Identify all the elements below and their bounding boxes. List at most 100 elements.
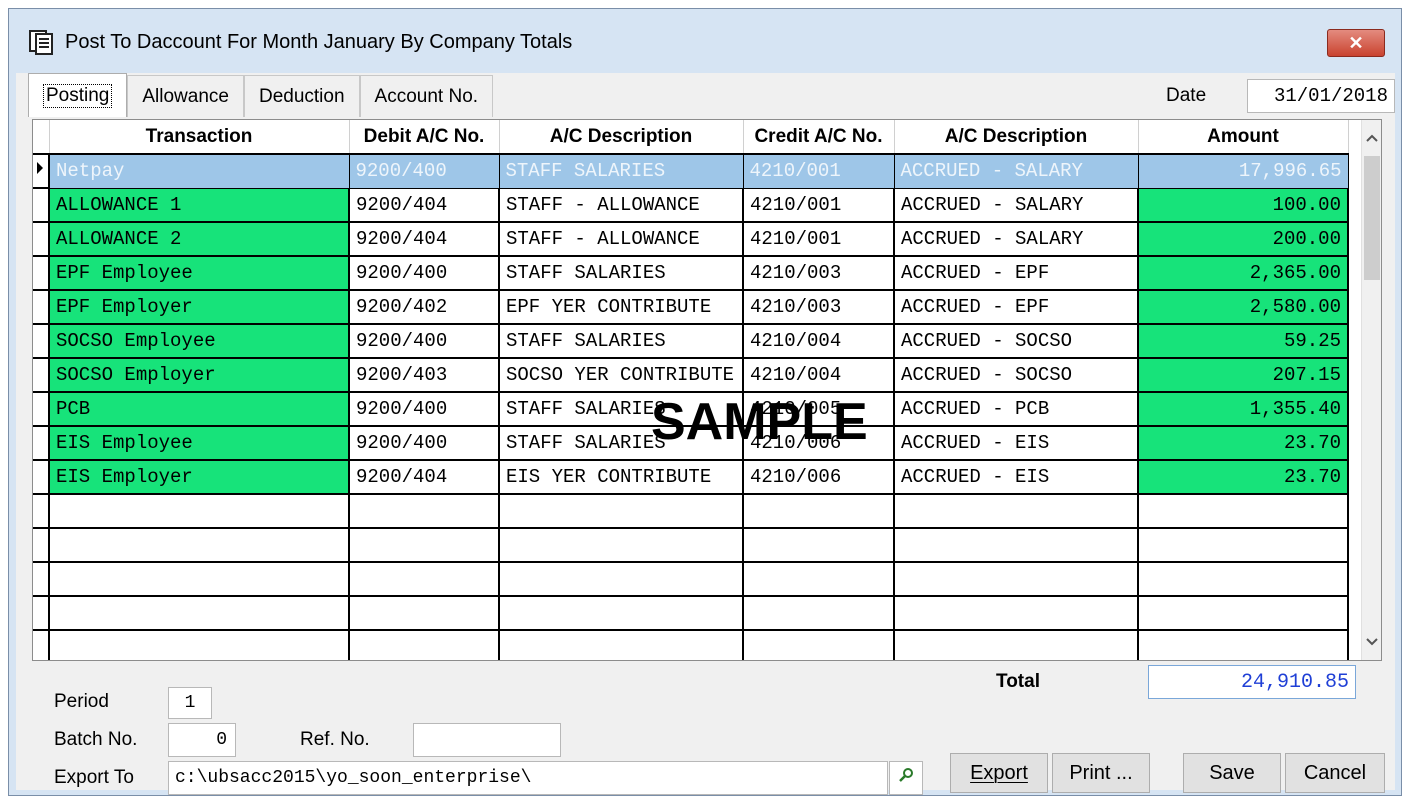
cell-transaction[interactable]: SOCSO Employer bbox=[49, 358, 350, 393]
empty-cell[interactable] bbox=[743, 630, 895, 660]
cell-debit-ac-no[interactable]: 9200/400 bbox=[349, 154, 500, 189]
empty-cell[interactable] bbox=[894, 630, 1139, 660]
empty-cell[interactable] bbox=[349, 562, 500, 597]
cell-amount[interactable]: 1,355.40 bbox=[1138, 392, 1349, 427]
cell-amount[interactable]: 23.70 bbox=[1138, 426, 1349, 461]
close-button[interactable]: ✕ bbox=[1327, 29, 1385, 57]
empty-cell[interactable] bbox=[499, 528, 744, 563]
cell-amount[interactable]: 59.25 bbox=[1138, 324, 1349, 359]
empty-cell[interactable] bbox=[49, 596, 350, 631]
empty-cell[interactable] bbox=[1138, 494, 1349, 529]
cell-credit-ac-no[interactable]: 4210/004 bbox=[743, 324, 895, 359]
posting-grid[interactable]: Transaction Debit A/C No. A/C Descriptio… bbox=[32, 119, 1382, 661]
cell-amount[interactable]: 200.00 bbox=[1138, 222, 1349, 257]
export-path-field[interactable]: c:\ubsacc2015\yo_soon_enterprise\ bbox=[168, 761, 888, 795]
cell-credit-description[interactable]: ACCRUED - SALARY bbox=[894, 154, 1139, 189]
cell-debit-ac-no[interactable]: 9200/403 bbox=[349, 358, 500, 393]
empty-row[interactable] bbox=[33, 630, 1349, 660]
empty-cell[interactable] bbox=[743, 596, 895, 631]
cell-credit-description[interactable]: ACCRUED - SALARY bbox=[894, 188, 1139, 223]
cell-debit-description[interactable]: SOCSO YER CONTRIBUTE bbox=[499, 358, 744, 393]
cell-transaction[interactable]: PCB bbox=[49, 392, 350, 427]
empty-cell[interactable] bbox=[499, 596, 744, 631]
table-row[interactable]: ALLOWANCE 1 9200/404 STAFF - ALLOWANCE 4210… bbox=[33, 188, 1349, 223]
empty-cell[interactable] bbox=[349, 596, 500, 631]
period-field[interactable]: 1 bbox=[168, 687, 212, 719]
cell-credit-ac-no[interactable]: 4210/004 bbox=[743, 358, 895, 393]
print-button[interactable]: Print ... bbox=[1052, 753, 1150, 793]
cell-credit-ac-no[interactable]: 4210/001 bbox=[743, 154, 895, 189]
cell-debit-description[interactable]: STAFF SALARIES bbox=[499, 256, 744, 291]
empty-cell[interactable] bbox=[1138, 630, 1349, 660]
empty-cell[interactable] bbox=[349, 494, 500, 529]
empty-cell[interactable] bbox=[49, 562, 350, 597]
save-button[interactable]: Save bbox=[1183, 753, 1281, 793]
cell-credit-description[interactable]: ACCRUED - SALARY bbox=[894, 222, 1139, 257]
cell-credit-ac-no[interactable]: 4210/003 bbox=[743, 256, 895, 291]
cell-transaction[interactable]: EPF Employee bbox=[49, 256, 350, 291]
cell-debit-ac-no[interactable]: 9200/400 bbox=[349, 426, 500, 461]
cell-transaction[interactable]: EIS Employer bbox=[49, 460, 350, 495]
column-header-credit-ac-no[interactable]: Credit A/C No. bbox=[743, 120, 895, 155]
cell-transaction[interactable]: ALLOWANCE 1 bbox=[49, 188, 350, 223]
chevron-down-icon[interactable] bbox=[1362, 628, 1381, 656]
table-row[interactable]: EIS Employer 9200/404 EIS YER CONTRIBUTE 42… bbox=[33, 460, 1349, 495]
empty-cell[interactable] bbox=[499, 630, 744, 660]
cell-credit-ac-no[interactable]: 4210/001 bbox=[743, 188, 895, 223]
empty-cell[interactable] bbox=[743, 562, 895, 597]
date-field[interactable]: 31/01/2018 bbox=[1247, 79, 1395, 113]
cell-credit-description[interactable]: ACCRUED - EPF bbox=[894, 256, 1139, 291]
cell-amount[interactable]: 23.70 bbox=[1138, 460, 1349, 495]
cell-credit-description[interactable]: ACCRUED - SOCSO bbox=[894, 358, 1139, 393]
tab-posting[interactable]: Posting bbox=[28, 73, 128, 117]
cell-debit-ac-no[interactable]: 9200/404 bbox=[349, 222, 500, 257]
cell-debit-description[interactable]: STAFF - ALLOWANCE bbox=[499, 188, 744, 223]
table-row[interactable]: SOCSO Employee 9200/400 STAFF SALARIES 4210… bbox=[33, 324, 1349, 359]
cell-credit-ac-no[interactable]: 4210/003 bbox=[743, 290, 895, 325]
cell-debit-ac-no[interactable]: 9200/404 bbox=[349, 188, 500, 223]
cell-credit-ac-no[interactable]: 4210/006 bbox=[743, 460, 895, 495]
cell-credit-description[interactable]: ACCRUED - EPF bbox=[894, 290, 1139, 325]
cell-debit-ac-no[interactable]: 9200/402 bbox=[349, 290, 500, 325]
tab-account-no[interactable]: Account No. bbox=[359, 75, 494, 117]
browse-button[interactable] bbox=[889, 761, 923, 795]
chevron-up-icon[interactable] bbox=[1362, 124, 1381, 152]
empty-cell[interactable] bbox=[499, 494, 744, 529]
tab-allowance[interactable]: Allowance bbox=[127, 75, 244, 117]
empty-cell[interactable] bbox=[743, 528, 895, 563]
empty-cell[interactable] bbox=[1138, 596, 1349, 631]
empty-cell[interactable] bbox=[894, 596, 1139, 631]
empty-cell[interactable] bbox=[894, 494, 1139, 529]
empty-cell[interactable] bbox=[743, 494, 895, 529]
empty-cell[interactable] bbox=[894, 528, 1139, 563]
empty-row[interactable] bbox=[33, 596, 1349, 631]
empty-row[interactable] bbox=[33, 562, 1349, 597]
tab-deduction[interactable]: Deduction bbox=[243, 75, 360, 117]
cell-credit-ac-no[interactable]: 4210/001 bbox=[743, 222, 895, 257]
table-row[interactable]: ALLOWANCE 2 9200/404 STAFF - ALLOWANCE 4210… bbox=[33, 222, 1349, 257]
cell-debit-description[interactable]: EPF YER CONTRIBUTE bbox=[499, 290, 744, 325]
cell-credit-description[interactable]: ACCRUED - SOCSO bbox=[894, 324, 1139, 359]
ref-no-field[interactable] bbox=[413, 723, 561, 757]
cell-credit-description[interactable]: ACCRUED - EIS bbox=[894, 460, 1139, 495]
empty-cell[interactable] bbox=[1138, 562, 1349, 597]
vertical-scrollbar[interactable] bbox=[1361, 120, 1381, 660]
empty-cell[interactable] bbox=[1138, 528, 1349, 563]
cell-debit-ac-no[interactable]: 9200/404 bbox=[349, 460, 500, 495]
empty-row[interactable] bbox=[33, 494, 1349, 529]
cell-transaction[interactable]: EIS Employee bbox=[49, 426, 350, 461]
cell-debit-ac-no[interactable]: 9200/400 bbox=[349, 324, 500, 359]
empty-cell[interactable] bbox=[349, 528, 500, 563]
cell-amount[interactable]: 2,365.00 bbox=[1138, 256, 1349, 291]
empty-cell[interactable] bbox=[349, 630, 500, 660]
empty-cell[interactable] bbox=[894, 562, 1139, 597]
cell-debit-ac-no[interactable]: 9200/400 bbox=[349, 392, 500, 427]
cell-credit-description[interactable]: ACCRUED - EIS bbox=[894, 426, 1139, 461]
cancel-button[interactable]: Cancel bbox=[1285, 753, 1385, 793]
cell-amount[interactable]: 2,580.00 bbox=[1138, 290, 1349, 325]
table-row[interactable]: Netpay 9200/400 STAFF SALARIES 4210/001 ACCR… bbox=[33, 154, 1349, 189]
table-row[interactable]: EPF Employee 9200/400 STAFF SALARIES 4210/0… bbox=[33, 256, 1349, 291]
column-header-debit-ac-no[interactable]: Debit A/C No. bbox=[349, 120, 500, 155]
cell-debit-description[interactable]: EIS YER CONTRIBUTE bbox=[499, 460, 744, 495]
cell-amount[interactable]: 207.15 bbox=[1138, 358, 1349, 393]
